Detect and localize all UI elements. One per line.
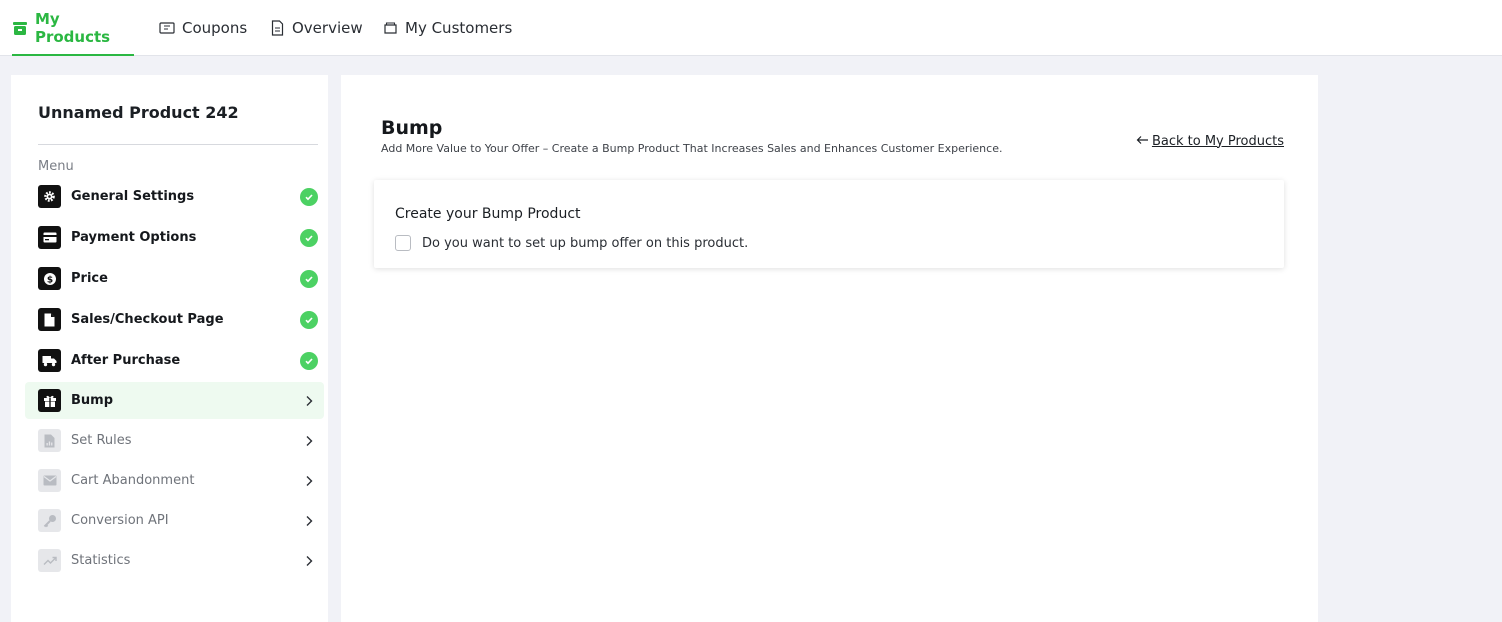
menu-item-label: Bump: [71, 393, 114, 408]
gift-icon: [38, 389, 61, 412]
card-title: Create your Bump Product: [395, 206, 581, 222]
folder-icon: [381, 19, 399, 37]
menu-item-label: General Settings: [71, 189, 195, 204]
complete-check-icon: [300, 228, 318, 247]
complete-check-icon: [300, 187, 318, 206]
menu-item-label: Sales/Checkout Page: [71, 312, 224, 327]
main-content: Bump Add More Value to Your Offer – Crea…: [341, 75, 1318, 622]
menu-item-label: Cart Abandonment: [71, 473, 195, 488]
svg-text:$: $: [46, 275, 52, 285]
menu-item-sales-checkout-page[interactable]: Sales/Checkout Page: [25, 301, 324, 338]
rules-doc-icon: [38, 429, 61, 452]
bump-offer-option[interactable]: Do you want to set up bump offer on this…: [395, 235, 748, 251]
document-icon: [268, 19, 286, 37]
page-title: Bump: [381, 117, 443, 139]
complete-check-icon: [300, 310, 318, 329]
tab-label: My Products: [34, 10, 111, 46]
tab-coupons[interactable]: Coupons: [158, 0, 247, 56]
file-icon: [38, 308, 61, 331]
menu-item-label: Payment Options: [71, 230, 197, 245]
menu-item-label: Price: [71, 271, 108, 286]
tab-label: Coupons: [182, 19, 248, 37]
product-sidebar: Unnamed Product 242 Menu General Setting…: [11, 75, 328, 622]
menu-item-price[interactable]: $ Price: [25, 260, 324, 297]
menu-item-payment-options[interactable]: Payment Options: [25, 219, 324, 256]
tab-overview[interactable]: Overview: [268, 0, 363, 56]
back-to-products-link[interactable]: Back to My Products: [1136, 133, 1284, 149]
chevron-right-icon: [300, 392, 318, 410]
menu-item-label: Statistics: [71, 553, 131, 568]
menu-item-label: After Purchase: [71, 353, 181, 368]
bump-offer-checkbox[interactable]: [395, 235, 411, 251]
tab-my-customers[interactable]: My Customers: [381, 0, 512, 56]
chevron-right-icon: [300, 552, 318, 570]
truck-icon: [38, 349, 61, 372]
key-icon: [38, 509, 61, 532]
bump-product-card: Create your Bump Product Do you want to …: [374, 180, 1284, 268]
credit-card-icon: [38, 226, 61, 249]
menu-item-bump[interactable]: Bump: [25, 382, 324, 419]
dollar-icon: $: [38, 267, 61, 290]
complete-check-icon: [300, 269, 318, 288]
menu-item-label: Set Rules: [71, 433, 132, 448]
tab-my-products[interactable]: My Products: [12, 0, 134, 56]
complete-check-icon: [300, 351, 318, 370]
menu-item-set-rules[interactable]: Set Rules: [25, 422, 324, 459]
menu-item-after-purchase[interactable]: After Purchase: [25, 342, 324, 379]
menu-item-cart-abandonment[interactable]: Cart Abandonment: [25, 462, 324, 499]
divider: [38, 144, 318, 145]
arrow-left-icon: [1136, 133, 1149, 149]
menu-item-general-settings[interactable]: General Settings: [25, 178, 324, 215]
checkbox-label: Do you want to set up bump offer on this…: [422, 235, 749, 251]
menu-item-conversion-api[interactable]: Conversion API: [25, 502, 324, 539]
chevron-right-icon: [300, 472, 318, 490]
page-subtitle: Add More Value to Your Offer – Create a …: [381, 142, 1003, 155]
menu-label: Menu: [38, 159, 74, 174]
top-tab-bar: My Products Coupons Overview My Customer…: [0, 0, 1502, 56]
trend-icon: [38, 549, 61, 572]
store-icon: [12, 19, 29, 37]
chevron-right-icon: [300, 432, 318, 450]
product-title: Unnamed Product 242: [38, 103, 239, 122]
envelope-icon: [38, 469, 61, 492]
back-link-label: Back to My Products: [1151, 133, 1284, 149]
tab-label: Overview: [292, 19, 363, 37]
gear-icon: [38, 185, 61, 208]
tab-label: My Customers: [405, 19, 513, 37]
menu-item-label: Conversion API: [71, 513, 169, 528]
coupon-icon: [158, 19, 176, 37]
chevron-right-icon: [300, 512, 318, 530]
menu-item-statistics[interactable]: Statistics: [25, 542, 324, 579]
